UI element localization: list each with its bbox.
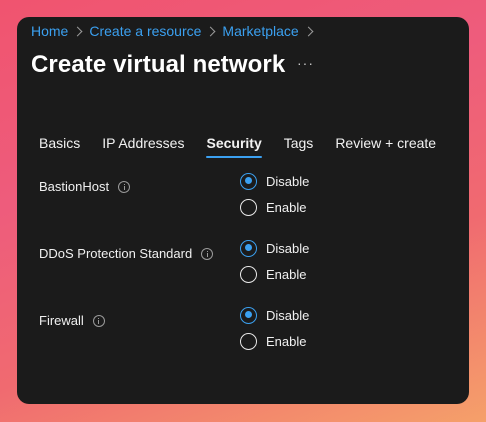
radio-option-disable[interactable]: Disable <box>240 239 309 257</box>
breadcrumb: Home Create a resource Marketplace <box>31 23 320 39</box>
breadcrumb-home[interactable]: Home <box>31 23 68 39</box>
page-title: Create virtual network <box>31 51 286 78</box>
tab-ip-addresses[interactable]: IP Addresses <box>102 135 184 157</box>
radio-group-bastionhost: Disable Enable <box>240 172 309 224</box>
radio-option-enable[interactable]: Enable <box>240 265 309 283</box>
chevron-right-icon <box>205 26 216 36</box>
radio-option-enable[interactable]: Enable <box>240 332 309 350</box>
radio-button[interactable] <box>240 265 257 283</box>
radio-option-disable[interactable]: Disable <box>240 172 309 190</box>
radio-option-enable[interactable]: Enable <box>240 198 309 216</box>
radio-label: Enable <box>266 333 307 349</box>
tab-security[interactable]: Security <box>206 135 262 158</box>
tab-review-create[interactable]: Review + create <box>335 135 436 157</box>
radio-label: Disable <box>266 307 310 323</box>
radio-label: Enable <box>266 266 307 282</box>
info-icon[interactable] <box>92 314 105 327</box>
create-vnet-window: Home Create a resource Marketplace Creat… <box>17 17 469 404</box>
tab-basics[interactable]: Basics <box>39 135 80 157</box>
radio-group-ddos: Disable Enable <box>240 239 309 291</box>
radio-button[interactable] <box>240 332 257 350</box>
radio-label: Enable <box>266 199 307 215</box>
breadcrumb-marketplace[interactable]: Marketplace <box>222 23 298 39</box>
setting-label: BastionHost <box>39 179 110 194</box>
radio-button-checked[interactable] <box>240 239 257 257</box>
setting-label: DDoS Protection Standard <box>39 246 193 261</box>
info-icon[interactable] <box>201 247 214 260</box>
tab-bar: Basics IP Addresses Security Tags Review… <box>39 135 458 158</box>
more-options-icon[interactable]: ··· <box>297 55 314 71</box>
radio-button-checked[interactable] <box>240 306 257 324</box>
radio-group-firewall: Disable Enable <box>240 306 309 358</box>
tab-tags[interactable]: Tags <box>284 135 314 157</box>
chevron-right-icon <box>72 26 83 36</box>
radio-label: Disable <box>266 240 310 256</box>
radio-label: Disable <box>266 173 310 189</box>
breadcrumb-create-resource[interactable]: Create a resource <box>89 23 201 39</box>
radio-button[interactable] <box>240 198 257 216</box>
setting-label: Firewall <box>39 313 84 328</box>
radio-option-disable[interactable]: Disable <box>240 306 309 324</box>
radio-button-checked[interactable] <box>240 172 257 190</box>
info-icon[interactable] <box>118 180 131 193</box>
chevron-right-icon <box>303 26 314 36</box>
